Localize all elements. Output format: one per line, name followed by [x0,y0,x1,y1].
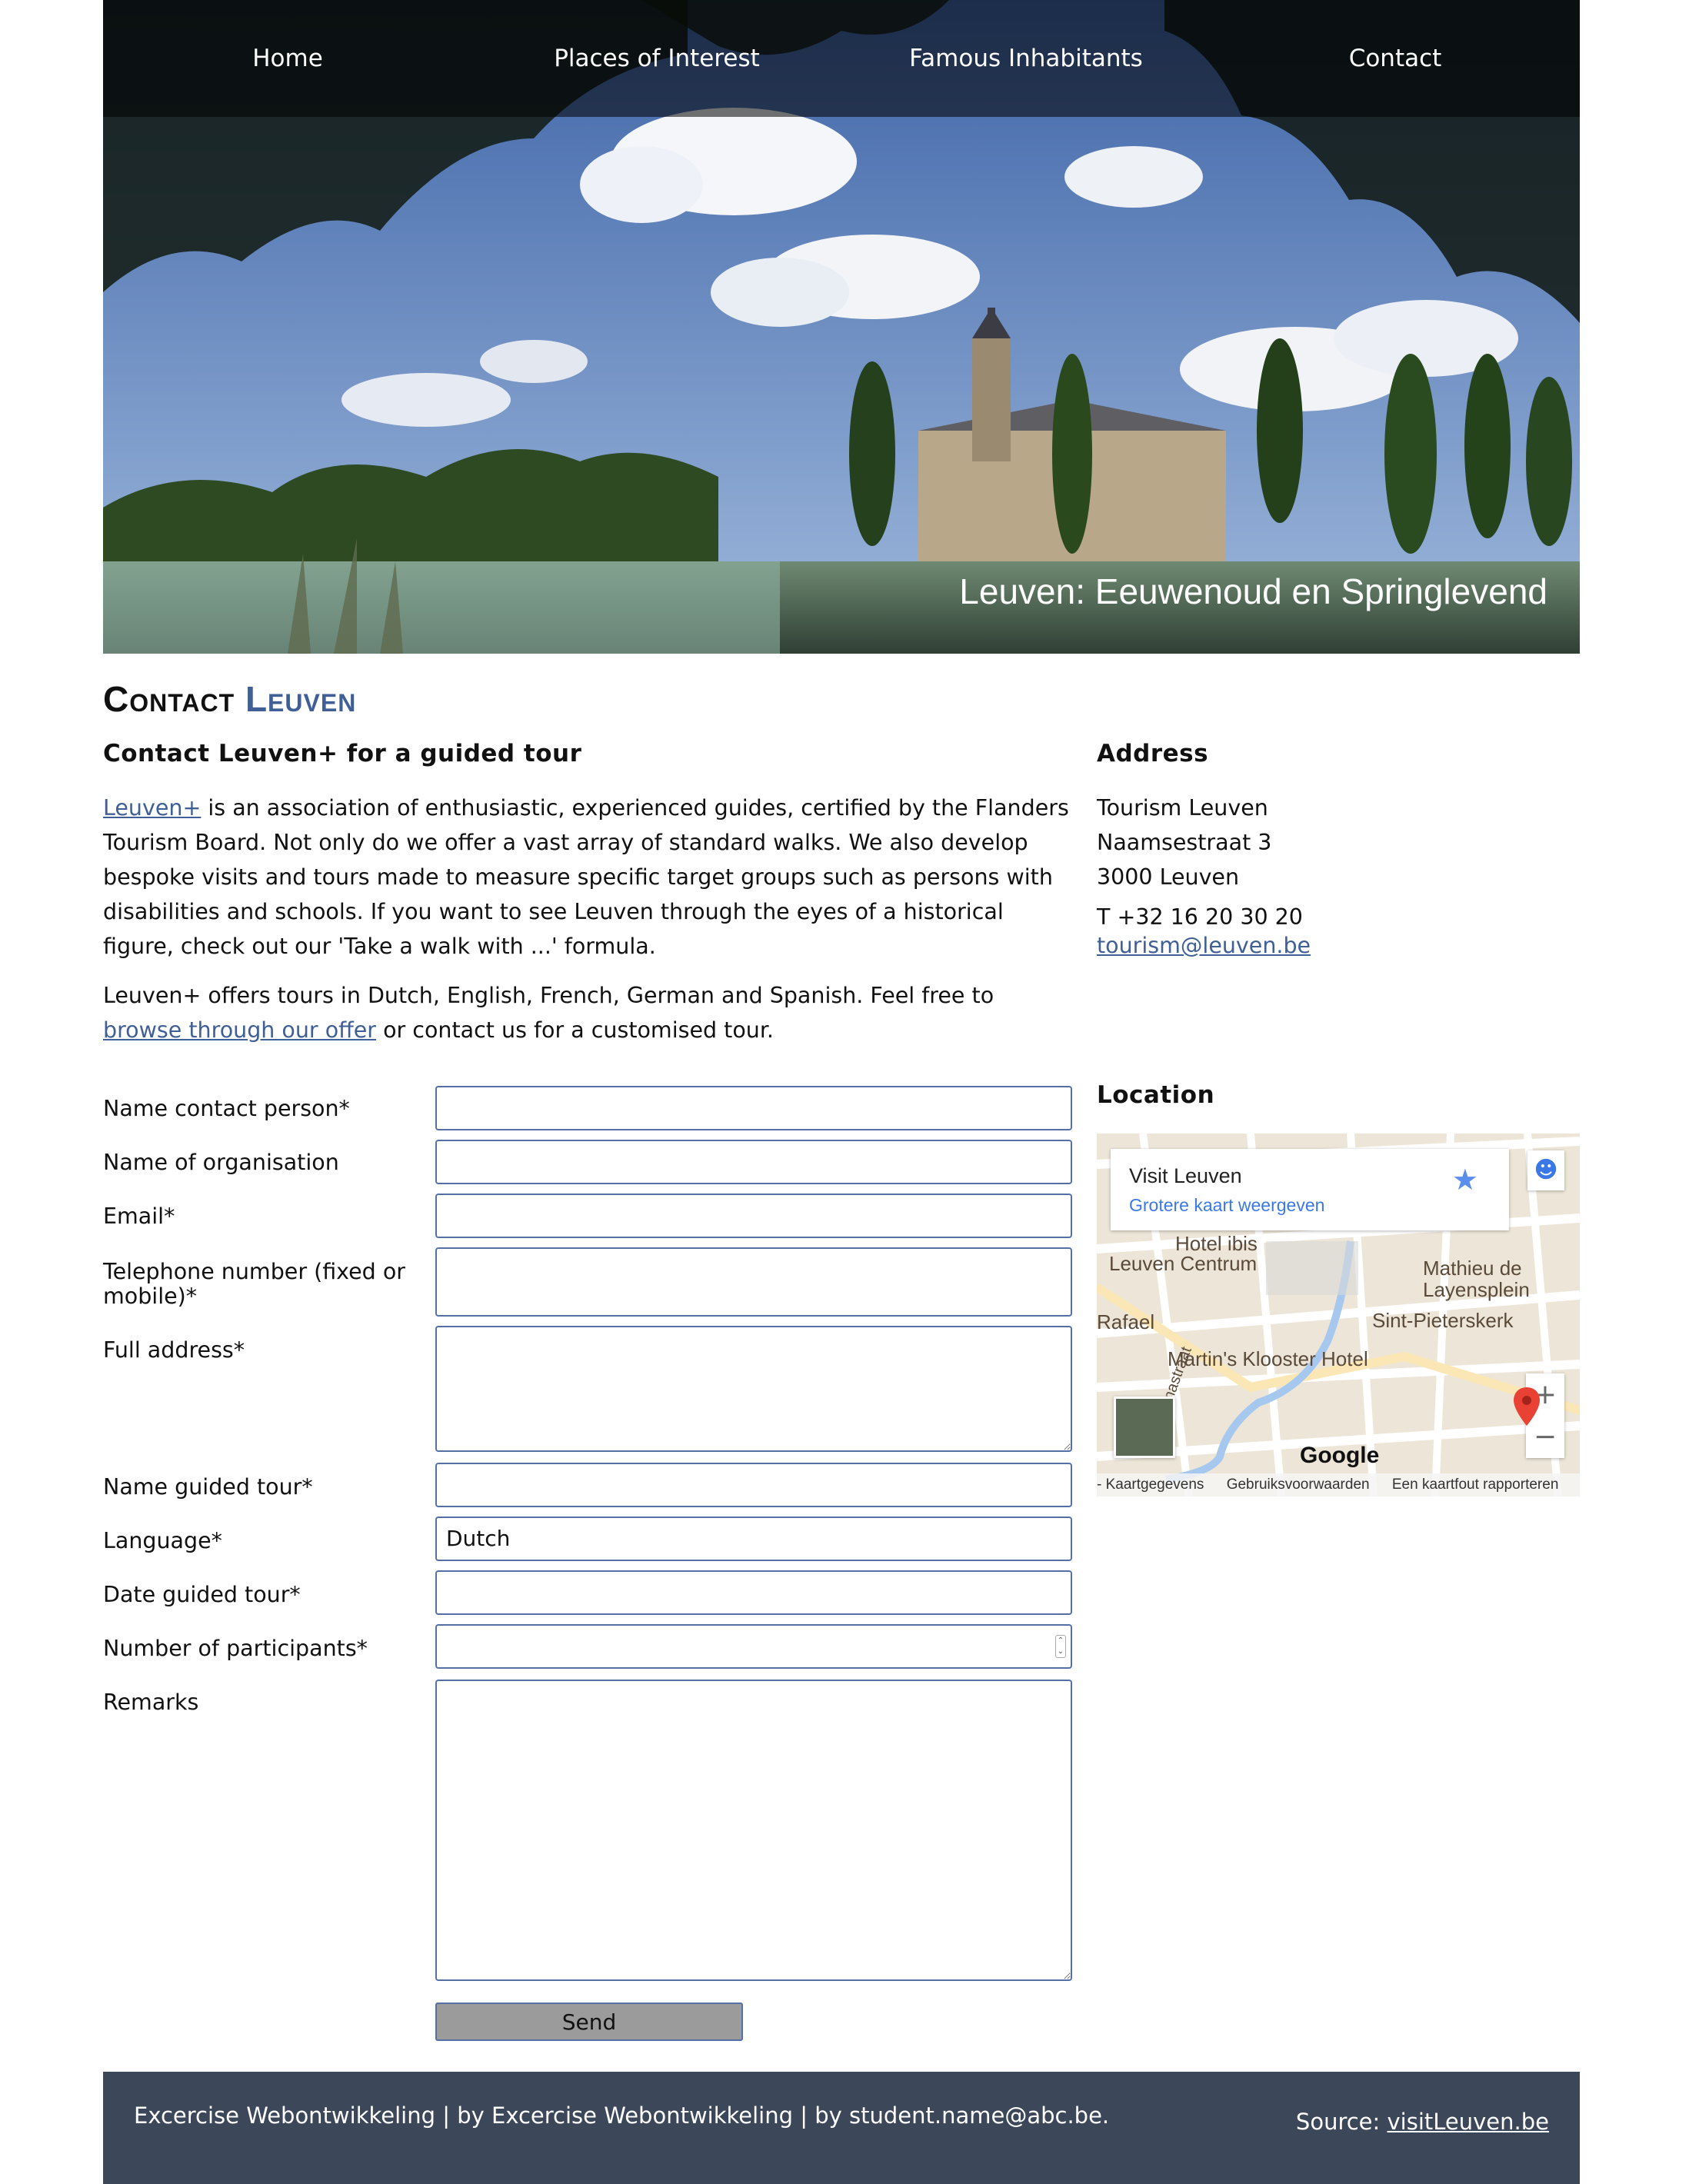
map-attribution: - Kaartgegevens Gebruiksvoorwaarden Een … [1097,1473,1580,1497]
nav-contact[interactable]: Contact [1211,0,1580,117]
page-title: Contact Leuven [103,678,356,720]
email-input[interactable] [435,1194,1072,1238]
label-guided-tour: Name guided tour* [103,1474,313,1500]
label-name: Name contact person* [103,1096,350,1121]
map-larger-link[interactable]: Grotere kaart weergeven [1129,1195,1324,1216]
map-info-title: Visit Leuven [1129,1164,1242,1187]
footer-source: Source: visitLeuven.be [1296,2109,1549,2135]
address-line-1: Tourism Leuven [1097,795,1268,821]
remarks-textarea[interactable] [435,1680,1072,1981]
map-attribution-terms[interactable]: Gebruiksvoorwaarden [1227,1477,1370,1493]
map-label: Mathieu de [1423,1257,1522,1280]
address-phone: T +32 16 20 30 20 [1097,904,1303,930]
google-logo: Google [1300,1443,1380,1468]
language-select[interactable]: Dutch [435,1516,1072,1561]
page-title-part2: Leuven [245,679,357,719]
star-icon[interactable]: ★ [1452,1163,1478,1197]
map-label: Rafael [1097,1310,1155,1333]
satellite-toggle[interactable] [1114,1397,1175,1458]
participants-input[interactable]: ⌃ ⌄ [435,1624,1072,1669]
map-label: Martin's Klooster Hotel [1168,1347,1368,1370]
send-button[interactable]: Send [435,2003,743,2041]
language-selected-value: Dutch [446,1526,511,1551]
intro-p2-start: Leuven+ offers tours in Dutch, English, … [103,983,994,1008]
name-input[interactable] [435,1086,1072,1130]
full-address-textarea[interactable] [435,1326,1072,1452]
map-label: Leuven Centrum [1109,1252,1258,1275]
footer: Excercise Webontwikkeling | by Excercise… [103,2072,1580,2184]
location-map[interactable]: Visit Leuven Grotere kaart weergeven ★ ☻… [1097,1134,1580,1497]
address-block: Tourism Leuven Naamsestraat 3 3000 Leuve… [1097,791,1271,894]
label-email: Email* [103,1204,175,1229]
location-heading: Location [1097,1081,1215,1109]
leuven-plus-link[interactable]: Leuven+ [103,795,201,821]
nav-famous-inhabitants[interactable]: Famous Inhabitants [841,0,1211,117]
map-attribution-data[interactable]: - Kaartgegevens [1097,1477,1204,1493]
intro-p1-text: is an association of enthusiastic, exper… [103,795,1069,959]
address-line-3: 3000 Leuven [1097,864,1240,890]
map-label: Layensplein [1423,1278,1530,1301]
pegman-icon[interactable]: ☻ [1527,1150,1564,1190]
hero-tagline: Leuven: Eeuwenoud en Springlevend [959,571,1547,611]
label-date: Date guided tour* [103,1582,301,1607]
hero-banner: Home Places of Interest Famous Inhabitan… [103,0,1580,654]
footer-source-label: Source: [1295,2109,1388,2135]
nav-places-of-interest[interactable]: Places of Interest [472,0,841,117]
footer-source-link[interactable]: visitLeuven.be [1388,2109,1549,2135]
page: Home Places of Interest Famous Inhabitan… [103,0,1580,2184]
label-telephone: Telephone number (fixed or mobile)* [103,1259,405,1309]
intro-heading: Contact Leuven+ for a guided tour [103,740,582,767]
label-full-address: Full address* [103,1337,245,1363]
label-language: Language* [103,1528,222,1553]
map-pin-icon[interactable] [1514,1387,1540,1426]
organisation-input[interactable] [435,1140,1072,1184]
page-title-part1: Contact [103,679,235,719]
footer-credits: Excercise Webontwikkeling | by Excercise… [134,2102,1110,2129]
intro-paragraph-2: Leuven+ offers tours in Dutch, English, … [103,978,1074,1047]
intro-paragraph-1: Leuven+ is an association of enthusiasti… [103,791,1074,964]
telephone-input[interactable] [435,1247,1072,1317]
map-info-window: Visit Leuven Grotere kaart weergeven ★ [1111,1149,1509,1230]
address-heading: Address [1097,740,1209,767]
address-email-link[interactable]: tourism@leuven.be [1097,933,1311,958]
label-organisation: Name of organisation [103,1150,339,1175]
browse-offer-link[interactable]: browse through our offer [103,1017,376,1043]
nav-home[interactable]: Home [103,0,472,117]
map-label: Sint-Pieterskerk [1372,1309,1514,1332]
guided-tour-input[interactable] [435,1463,1072,1507]
map-attribution-report[interactable]: Een kaartfout rapporteren [1392,1477,1559,1493]
label-participants: Number of participants* [103,1636,368,1661]
address-line-2: Naamsestraat 3 [1097,830,1272,855]
label-remarks: Remarks [103,1690,199,1715]
date-input[interactable] [435,1570,1072,1615]
number-spinner-icon[interactable]: ⌃ ⌄ [1055,1635,1066,1658]
intro-p2-end: or contact us for a customised tour. [376,1017,774,1043]
main-nav: Home Places of Interest Famous Inhabitan… [103,0,1580,117]
